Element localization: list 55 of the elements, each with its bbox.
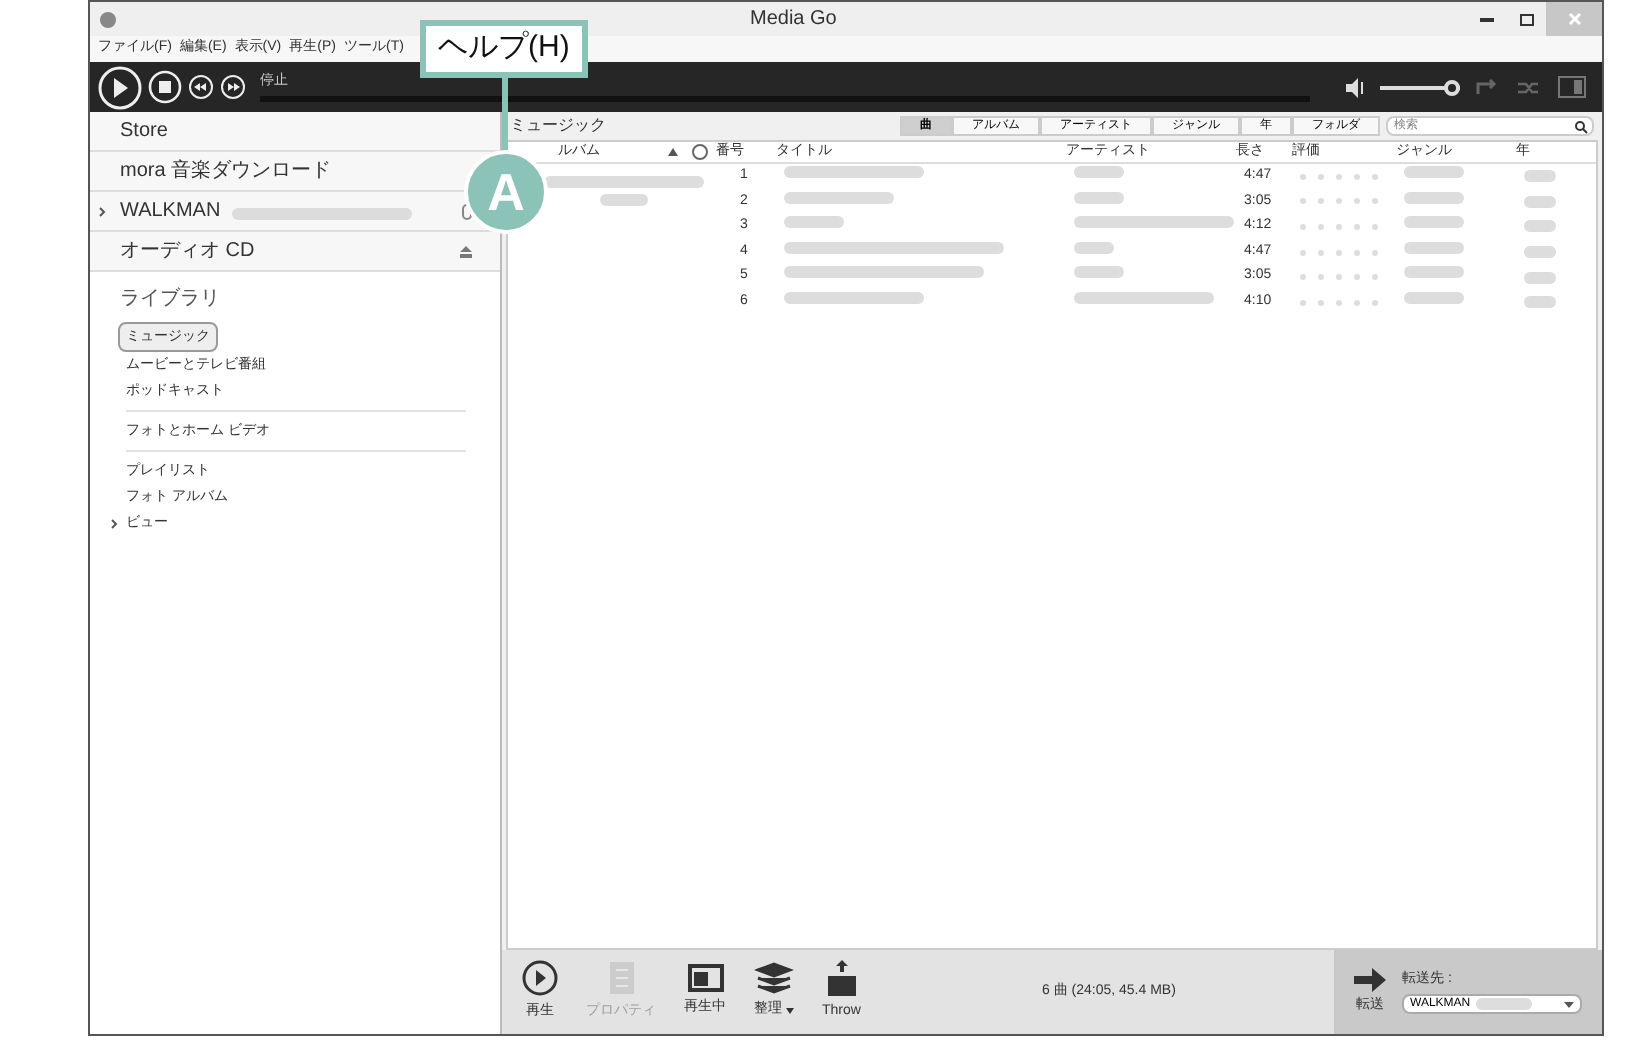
play-icon[interactable] xyxy=(98,65,142,109)
box-upload-icon xyxy=(825,960,858,997)
blurred-text xyxy=(600,194,648,206)
blurred-text xyxy=(784,292,924,305)
sidebar-section[interactable]: Store xyxy=(90,112,500,152)
callout-line xyxy=(502,76,508,156)
chevron-icon xyxy=(98,205,106,217)
chevron-icon xyxy=(110,518,118,530)
blurred-text xyxy=(1404,241,1464,254)
blurred-text xyxy=(1524,195,1556,208)
sidebar-label: Store xyxy=(120,118,168,146)
caret-icon xyxy=(786,1008,794,1014)
blurred-text xyxy=(1524,246,1556,259)
blurred-text xyxy=(784,216,844,229)
blurred-text xyxy=(1404,191,1464,204)
blurred-text xyxy=(1404,216,1464,229)
previous-icon[interactable] xyxy=(188,74,214,100)
sidebar-label: オーディオ CD xyxy=(120,238,255,266)
blurred-text xyxy=(784,191,894,204)
speaker-icon[interactable] xyxy=(1344,77,1366,97)
sidebar-label: mora 音楽ダウンロード xyxy=(120,157,332,186)
layout-icon[interactable] xyxy=(1558,76,1586,98)
stack-icon xyxy=(754,962,794,995)
content-title: ミュージック xyxy=(510,114,606,138)
blurred-text xyxy=(1074,292,1214,305)
repeat-icon[interactable] xyxy=(1474,77,1498,97)
blurred-text xyxy=(1524,170,1556,183)
library-heading: ライブラリ xyxy=(120,285,220,314)
shuffle-icon[interactable] xyxy=(1516,77,1540,97)
blurred-text xyxy=(1074,191,1124,204)
callout-label: ヘルプ(H) xyxy=(420,20,588,78)
window-title: Media Go xyxy=(750,6,837,34)
window-icon xyxy=(687,964,723,993)
sidebar-section[interactable]: オーディオ CD xyxy=(90,232,500,272)
blurred-text xyxy=(1074,241,1114,254)
arrow-right-icon xyxy=(1354,967,1386,992)
search-icon xyxy=(1574,119,1588,133)
blurred-text xyxy=(1404,266,1464,279)
next-icon[interactable] xyxy=(220,74,246,100)
sort-arrow-icon xyxy=(668,148,678,156)
blurred-text xyxy=(1524,220,1556,233)
blurred-text xyxy=(1404,292,1464,305)
list-icon xyxy=(607,960,635,997)
eject-icon xyxy=(460,245,472,257)
blurred-text xyxy=(1524,296,1556,309)
play-icon xyxy=(522,960,558,997)
caret-icon xyxy=(1564,1001,1574,1008)
blurred-text xyxy=(1476,998,1533,1011)
blurred-text xyxy=(1524,271,1556,284)
sidebar-label: WALKMAN xyxy=(120,198,221,226)
info-icon xyxy=(692,144,708,160)
blurred-text xyxy=(1074,266,1124,279)
app-logo-icon xyxy=(98,9,118,29)
volume-slider[interactable] xyxy=(1380,79,1460,95)
stop-icon[interactable] xyxy=(148,70,182,104)
